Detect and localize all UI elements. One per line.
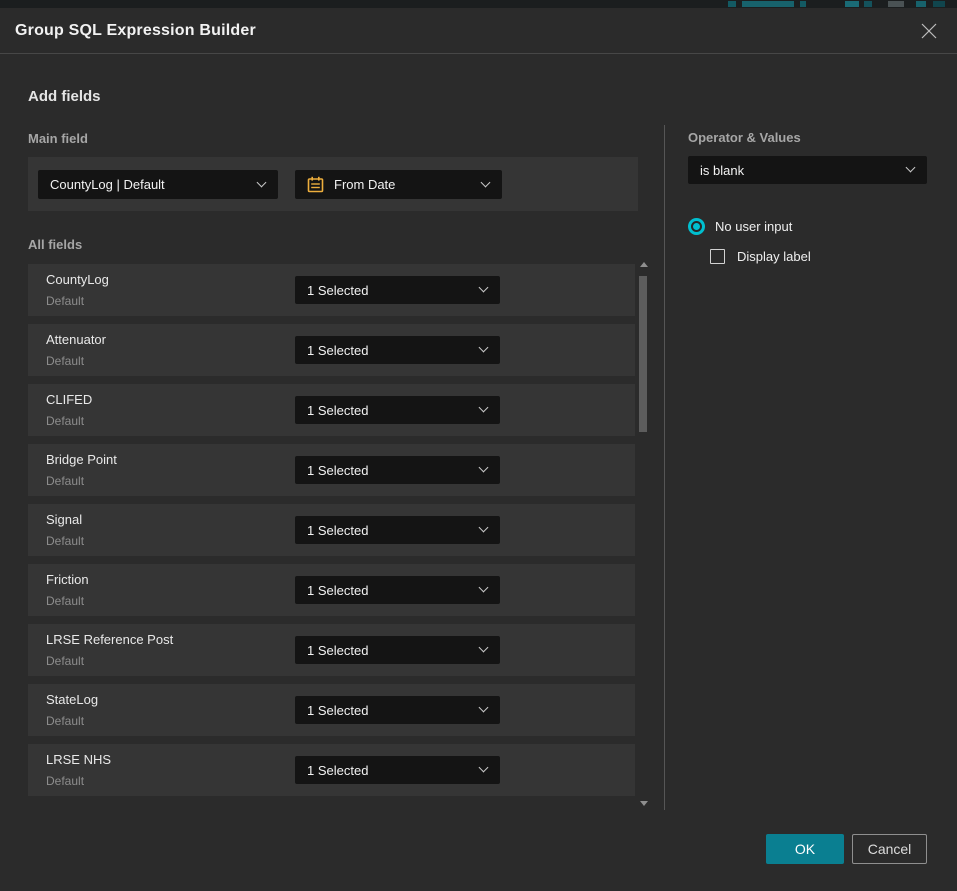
calendar-icon [307,176,324,193]
field-row: LRSE Reference Post Default 1 Selected [28,624,635,676]
main-field-source-dropdown[interactable]: CountyLog | Default [38,170,278,199]
close-button[interactable] [916,18,942,44]
field-selection-dropdown[interactable]: 1 Selected [295,696,500,724]
chevron-down-icon [906,163,916,173]
chevron-down-icon [481,177,491,187]
field-type: Default [46,594,84,608]
field-row: Friction Default 1 Selected [28,564,635,616]
chevron-down-icon [479,343,489,353]
field-type: Default [46,654,84,668]
field-selection-dropdown[interactable]: 1 Selected [295,396,500,424]
field-type: Default [46,414,84,428]
field-selection-dropdown[interactable]: 1 Selected [295,456,500,484]
chevron-down-icon [257,177,267,187]
field-type: Default [46,354,84,368]
background-fragment [742,1,794,7]
chevron-down-icon [479,463,489,473]
dialog-title: Group SQL Expression Builder [15,22,256,40]
field-selection-value: 1 Selected [307,343,368,358]
field-row: Bridge Point Default 1 Selected [28,444,635,496]
field-type: Default [46,294,84,308]
scrollbar[interactable] [637,256,650,808]
field-selection-dropdown[interactable]: 1 Selected [295,336,500,364]
chevron-down-icon [479,703,489,713]
display-label-checkbox[interactable]: Display label [710,249,811,264]
field-selection-value: 1 Selected [307,463,368,478]
add-fields-heading: Add fields [28,88,101,105]
field-selection-value: 1 Selected [307,703,368,718]
operator-value: is blank [700,163,744,178]
field-selection-dropdown[interactable]: 1 Selected [295,276,500,304]
background-fragment [888,1,904,7]
field-row: Signal Default 1 Selected [28,504,635,556]
background-fragment [933,1,945,7]
no-user-input-radio[interactable]: No user input [688,218,792,235]
scroll-up-arrow-icon[interactable] [640,262,648,267]
field-row: LRSE NHS Default 1 Selected [28,744,635,796]
field-name: CLIFED [46,392,92,407]
ok-button[interactable]: OK [766,834,844,864]
chevron-down-icon [479,403,489,413]
field-row: CountyLog Default 1 Selected [28,264,635,316]
main-field-field-value: From Date [334,177,395,192]
field-name: Bridge Point [46,452,117,467]
field-type: Default [46,714,84,728]
main-field-label: Main field [28,131,88,146]
field-type: Default [46,474,84,488]
main-field-panel: CountyLog | Default From Date [28,157,638,211]
cancel-button[interactable]: Cancel [852,834,927,864]
field-selection-dropdown[interactable]: 1 Selected [295,636,500,664]
all-fields-list: CountyLog Default 1 Selected Attenuator … [28,264,635,798]
field-type: Default [46,534,84,548]
main-field-field-dropdown[interactable]: From Date [295,170,502,199]
operator-values-label: Operator & Values [688,130,801,145]
close-icon [920,22,938,40]
field-selection-dropdown[interactable]: 1 Selected [295,516,500,544]
field-selection-value: 1 Selected [307,643,368,658]
field-name: Attenuator [46,332,106,347]
field-row: StateLog Default 1 Selected [28,684,635,736]
field-type: Default [46,774,84,788]
field-selection-value: 1 Selected [307,523,368,538]
field-selection-dropdown[interactable]: 1 Selected [295,756,500,784]
field-name: LRSE Reference Post [46,632,173,647]
field-name: LRSE NHS [46,752,111,767]
field-name: Friction [46,572,89,587]
background-fragment [845,1,859,7]
field-name: Signal [46,512,82,527]
background-fragment [800,1,806,7]
field-row: CLIFED Default 1 Selected [28,384,635,436]
group-sql-expression-builder-dialog: Group SQL Expression Builder Add fields … [0,8,957,891]
field-selection-value: 1 Selected [307,283,368,298]
field-selection-value: 1 Selected [307,583,368,598]
field-name: CountyLog [46,272,109,287]
field-name: StateLog [46,692,98,707]
vertical-divider [664,125,665,810]
scroll-down-arrow-icon[interactable] [640,801,648,806]
background-fragment [916,1,926,7]
dialog-titlebar: Group SQL Expression Builder [0,8,957,54]
main-field-source-value: CountyLog | Default [50,177,165,192]
chevron-down-icon [479,583,489,593]
checkbox-unchecked-icon [710,249,725,264]
background-fragment [728,1,736,7]
radio-selected-icon [688,218,705,235]
chevron-down-icon [479,523,489,533]
operator-dropdown[interactable]: is blank [688,156,927,184]
chevron-down-icon [479,763,489,773]
display-label-label: Display label [737,249,811,264]
background-fragment [864,1,872,7]
field-selection-dropdown[interactable]: 1 Selected [295,576,500,604]
no-user-input-label: No user input [715,219,792,234]
chevron-down-icon [479,283,489,293]
chevron-down-icon [479,643,489,653]
field-row: Attenuator Default 1 Selected [28,324,635,376]
field-selection-value: 1 Selected [307,763,368,778]
background-app-peek [0,0,957,8]
scrollbar-thumb[interactable] [639,276,647,432]
field-selection-value: 1 Selected [307,403,368,418]
all-fields-label: All fields [28,237,82,252]
